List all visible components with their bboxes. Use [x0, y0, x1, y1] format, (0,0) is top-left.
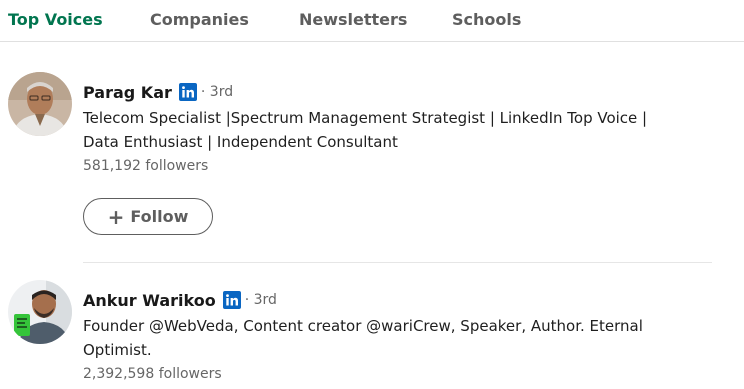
headline: Founder @WebVeda, Content creator @wariC…	[83, 317, 643, 359]
tab-companies[interactable]: Companies	[150, 8, 249, 32]
linkedin-icon	[178, 83, 197, 101]
connection-degree: · 3rd	[244, 292, 277, 308]
profile-info: Parag Kar · 3rd Telecom Specialist |Spec…	[83, 80, 723, 177]
person-name[interactable]: Ankur Warikoo	[83, 291, 216, 310]
profile-info: Ankur Warikoo · 3rd Founder @WebVeda, Co…	[83, 288, 723, 385]
tab-schools[interactable]: Schools	[452, 8, 521, 32]
divider	[83, 262, 712, 263]
person-name[interactable]: Parag Kar	[83, 83, 172, 102]
plus-icon: +	[107, 204, 125, 229]
avatar[interactable]	[8, 280, 72, 344]
headline: Telecom Specialist |Spectrum Management …	[83, 109, 648, 151]
tab-bar: Top Voices Companies Newsletters Schools	[0, 0, 744, 42]
follower-count: 2,392,598 followers	[83, 366, 222, 382]
tab-newsletters[interactable]: Newsletters	[299, 8, 407, 32]
avatar[interactable]	[8, 72, 72, 136]
tab-top-voices[interactable]: Top Voices	[8, 8, 103, 32]
follow-button[interactable]: + Follow	[83, 198, 213, 235]
follow-label: Follow	[130, 207, 189, 226]
linkedin-icon	[222, 291, 241, 309]
follower-count: 581,192 followers	[83, 158, 209, 174]
connection-degree: · 3rd	[200, 84, 234, 100]
